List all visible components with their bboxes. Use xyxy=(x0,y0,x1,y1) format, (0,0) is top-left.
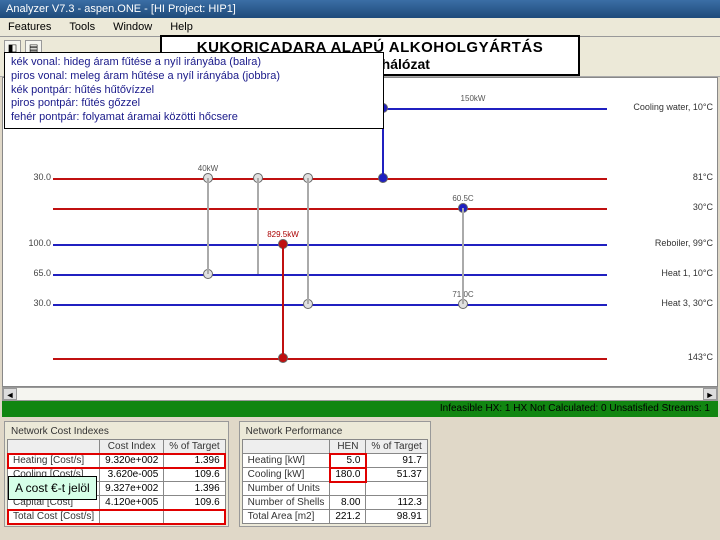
cell: 109.6 xyxy=(164,468,225,482)
menu-help[interactable]: Help xyxy=(166,20,197,34)
cell xyxy=(330,482,366,496)
window-title-bar: Analyzer V7.3 - aspen.ONE - [HI Project:… xyxy=(0,0,720,18)
stream-label: Heat 3, 30°C xyxy=(661,298,713,308)
stream-reboiler[interactable] xyxy=(53,244,607,246)
stream-label: 81°C xyxy=(693,172,713,182)
temp-label: 100.0 xyxy=(7,238,51,248)
cell: 112.3 xyxy=(366,496,427,510)
window-title: Analyzer V7.3 - aspen.ONE - [HI Project:… xyxy=(6,3,236,15)
cell: 1.396 xyxy=(164,482,225,496)
stream-label: Cooling water, 10°C xyxy=(633,102,713,112)
cell: 109.6 xyxy=(164,496,225,510)
cell xyxy=(100,510,164,524)
cell: 9.320e+002 xyxy=(100,454,164,468)
row-label: Heating [Cost/s] xyxy=(8,454,100,468)
panel-network-performance: Network Performance HEN% of Target Heati… xyxy=(239,421,431,527)
col-header: HEN xyxy=(330,440,366,454)
stream-label: 143°C xyxy=(688,352,713,362)
legend-line-3: kék pontpár: hűtés hűtővízzel xyxy=(11,84,377,98)
match-line xyxy=(307,178,309,304)
status-bar: Infeasible HX: 1 HX Not Calculated: 0 Un… xyxy=(2,401,718,417)
legend-line-1: kék vonal: hideg áram fűtése a nyíl irán… xyxy=(11,56,377,70)
cell: 91.7 xyxy=(366,454,427,468)
temp-label: 30.0 xyxy=(7,298,51,308)
duty-label: 829.5kW xyxy=(267,230,299,239)
cell: 51.37 xyxy=(366,468,427,482)
menu-window[interactable]: Window xyxy=(109,20,156,34)
horizontal-scrollbar[interactable]: ◄ ► xyxy=(2,387,718,401)
row-label: Total Cost [Cost/s] xyxy=(8,510,100,524)
match-line xyxy=(207,178,209,274)
scroll-left-icon[interactable]: ◄ xyxy=(3,388,17,400)
match-line xyxy=(462,208,464,304)
duty-label: 60.5C xyxy=(452,194,473,203)
cell xyxy=(366,482,427,496)
stream-label: 30°C xyxy=(693,202,713,212)
col-header: Cost Index xyxy=(100,440,164,454)
panel-cost-indexes: Network Cost Indexes Cost Index% of Targ… xyxy=(4,421,229,527)
scroll-right-icon[interactable]: ► xyxy=(703,388,717,400)
panel-title: Network Performance xyxy=(242,424,428,439)
duty-label: 40kW xyxy=(198,164,218,173)
row-label: Heating [kW] xyxy=(242,454,330,468)
cell: 1.396 xyxy=(164,454,225,468)
stream-condenser[interactable] xyxy=(53,178,607,180)
cell: 5.0 xyxy=(330,454,366,468)
menu-features[interactable]: Features xyxy=(4,20,55,34)
menu-tools[interactable]: Tools xyxy=(65,20,99,34)
legend-line-5: fehér pontpár: folyamat áramai közötti h… xyxy=(11,111,377,125)
temp-label: 30.0 xyxy=(7,172,51,182)
stream-heat1[interactable] xyxy=(53,274,607,276)
perf-table: HEN% of Target Heating [kW]5.091.7 Cooli… xyxy=(242,439,428,524)
match-line xyxy=(257,178,259,274)
stream-hot-2[interactable] xyxy=(53,208,607,210)
temp-label: 65.0 xyxy=(7,268,51,278)
cell: 180.0 xyxy=(330,468,366,482)
row-label: Total Area [m2] xyxy=(242,510,330,524)
stream-label: Reboiler, 99°C xyxy=(655,238,713,248)
bottom-panels: Network Cost Indexes Cost Index% of Targ… xyxy=(0,417,720,529)
row-label: Number of Shells xyxy=(242,496,330,510)
cell: 221.2 xyxy=(330,510,366,524)
stream-heat3[interactable] xyxy=(53,304,607,306)
col-header: % of Target xyxy=(366,440,427,454)
cell xyxy=(164,510,225,524)
match-line xyxy=(282,244,284,358)
cell: 9.327e+002 xyxy=(100,482,164,496)
cell: 4.120e+005 xyxy=(100,496,164,510)
col-header: % of Target xyxy=(164,440,225,454)
row-label: Number of Units xyxy=(242,482,330,496)
scroll-track[interactable] xyxy=(17,388,703,400)
legend-box: kék vonal: hideg áram fűtése a nyíl irán… xyxy=(4,52,384,129)
stream-steam[interactable] xyxy=(53,358,607,360)
legend-line-4: piros pontpár: fűtés gőzzel xyxy=(11,97,377,111)
status-text: Infeasible HX: 1 HX Not Calculated: 0 Un… xyxy=(440,401,710,417)
cell: 98.91 xyxy=(366,510,427,524)
row-label: Cooling [kW] xyxy=(242,468,330,482)
annotation-note: A cost €-t jelöl xyxy=(8,476,97,500)
cell: 3.620e-005 xyxy=(100,468,164,482)
stream-label: Heat 1, 10°C xyxy=(661,268,713,278)
legend-line-2: piros vonal: meleg áram hűtése a nyíl ir… xyxy=(11,70,377,84)
panel-title: Network Cost Indexes xyxy=(7,424,226,439)
duty-label: 150kW xyxy=(461,94,486,103)
cell: 8.00 xyxy=(330,496,366,510)
